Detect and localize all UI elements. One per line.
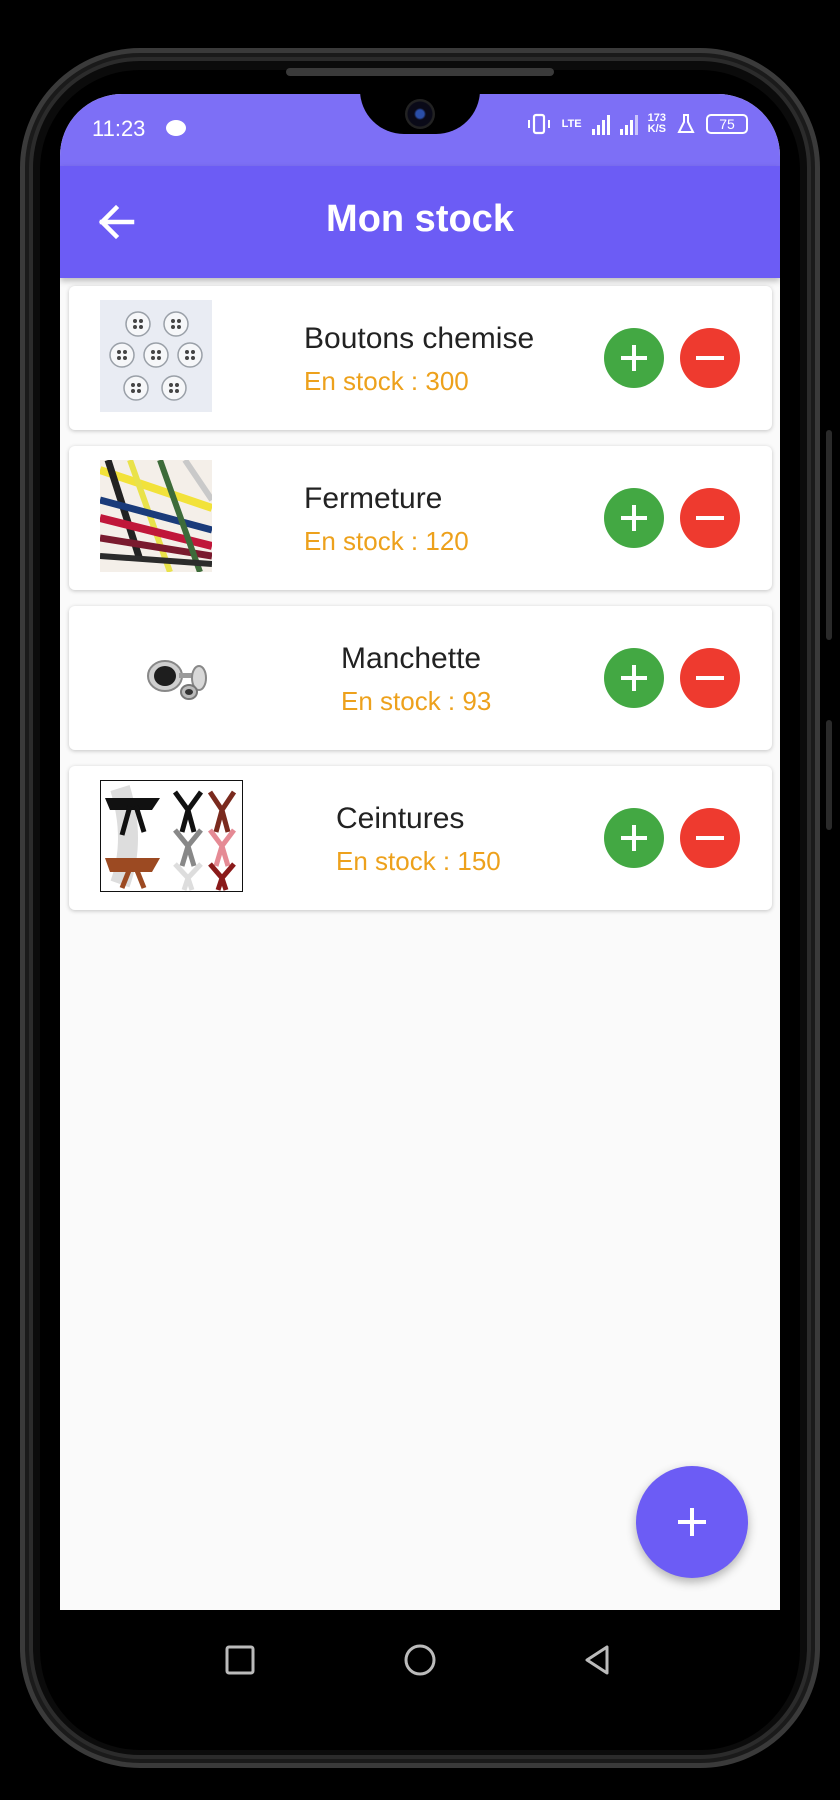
plus-icon [678,1508,706,1536]
circle-icon [404,1644,436,1676]
app-screen: 11:23 LTE 173 K/S 75 Mon stock Boutons c… [60,94,780,1610]
home-button[interactable] [400,1640,440,1680]
stock-item-card[interactable]: Fermeture En stock : 120 [69,446,772,590]
volume-button [826,430,832,640]
increment-button[interactable] [604,488,664,548]
network-speed: 173 K/S [648,113,666,135]
status-icons: LTE 173 K/S 75 [526,112,748,136]
zippers-image [100,460,212,572]
decrement-button[interactable] [680,488,740,548]
power-button [826,720,832,830]
plus-icon [621,825,647,851]
increment-button[interactable] [604,328,664,388]
plus-icon [621,665,647,691]
minus-icon [696,516,724,520]
square-icon [225,1645,255,1675]
stock-item-card[interactable]: Manchette En stock : 93 [69,606,772,750]
item-stock: En stock : 120 [304,526,469,556]
minus-icon [696,356,724,360]
network-speed-unit: K/S [647,123,666,135]
add-item-fab[interactable] [636,1466,748,1578]
status-time: 11:23 [92,116,146,141]
app-bar: Mon stock [60,166,780,278]
item-stock: En stock : 150 [336,846,501,876]
signal-strength-2-icon [619,113,638,135]
stock-item-card[interactable]: Boutons chemise En stock : 300 [69,286,772,430]
belts-image [100,780,243,892]
cufflinks-image [129,620,229,732]
triangle-back-icon [585,1645,609,1675]
item-stock: En stock : 93 [341,686,492,716]
battery-indicator: 75 [706,114,748,134]
increment-button[interactable] [604,808,664,868]
earpiece-speaker [286,68,554,76]
stock-list: Boutons chemise En stock : 300 Fermeture… [69,286,772,926]
flask-icon [677,114,695,133]
plus-icon [621,345,647,371]
front-camera [405,99,435,129]
system-back-button[interactable] [578,1640,618,1680]
item-name: Ceintures [336,802,465,835]
vibrate-icon [527,113,550,135]
increment-button[interactable] [604,648,664,708]
item-name: Boutons chemise [304,322,535,355]
minus-icon [696,676,724,680]
status-bar: 11:23 LTE 173 K/S 75 [60,94,780,166]
item-stock: En stock : 300 [304,366,469,396]
stock-item-card[interactable]: Ceintures En stock : 150 [69,766,772,910]
decrement-button[interactable] [680,648,740,708]
minus-icon [696,836,724,840]
recents-button[interactable] [220,1640,260,1680]
item-name: Manchette [341,642,482,675]
signal-strength-icon [591,113,610,135]
decrement-button[interactable] [680,808,740,868]
network-type: LTE [561,117,582,130]
item-name: Fermeture [304,482,443,515]
message-bubble-icon [166,120,186,136]
decrement-button[interactable] [680,328,740,388]
shirt-buttons-image [100,300,212,412]
system-nav-bar [60,1610,780,1710]
plus-icon [621,505,647,531]
page-title: Mon stock [326,198,514,240]
